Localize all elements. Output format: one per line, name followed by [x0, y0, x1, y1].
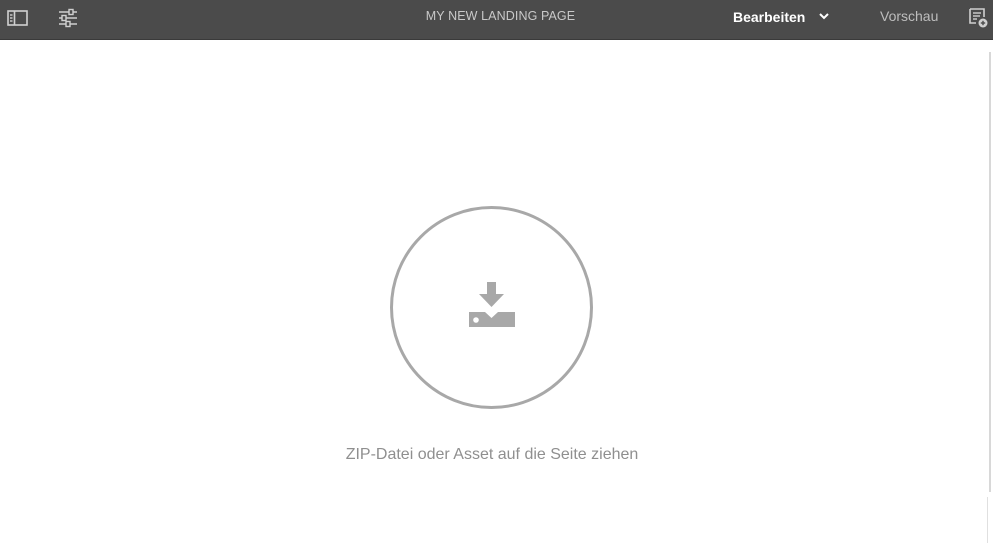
page-title: MY NEW LANDING PAGE — [425, 9, 576, 23]
drop-zone-instruction: ZIP-Datei oder Asset auf die Seite ziehe… — [345, 446, 639, 463]
side-panel-toggle-icon — [7, 9, 29, 27]
chevron-down-icon — [819, 13, 830, 20]
page-properties-button[interactable] — [56, 6, 80, 30]
download-tray-icon — [468, 280, 516, 335]
page-properties-sliders-icon — [57, 8, 79, 28]
preview-button[interactable]: Vorschau — [880, 0, 938, 33]
mode-selector[interactable]: Bearbeiten — [733, 0, 830, 33]
top-toolbar: MY NEW LANDING PAGE Bearbeiten Vorschau — [0, 0, 993, 40]
drop-zone[interactable] — [390, 206, 593, 409]
mode-selector-label: Bearbeiten — [733, 8, 806, 25]
scrollbar[interactable] — [989, 52, 991, 492]
annotations-button[interactable] — [966, 6, 990, 30]
side-panel-toggle-button[interactable] — [6, 6, 30, 30]
scrollbar-track-lower — [987, 497, 988, 543]
annotations-icon — [967, 7, 989, 29]
